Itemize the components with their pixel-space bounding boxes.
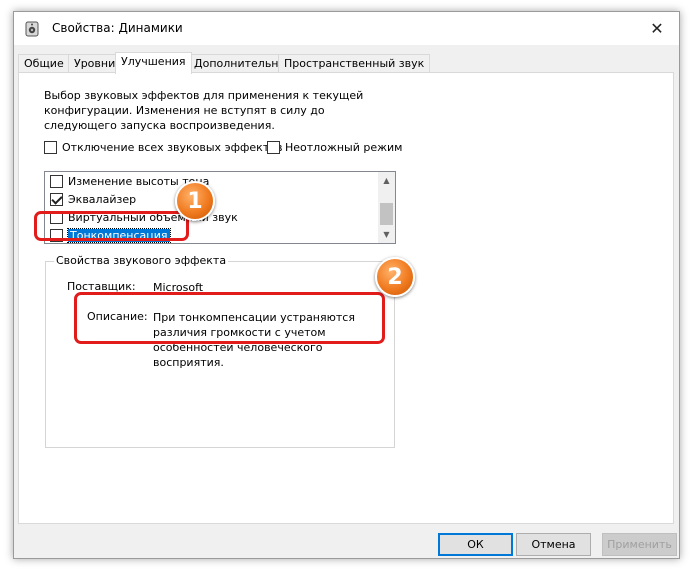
title-bar[interactable]: Свойства: Динамики ✕ — [14, 12, 679, 45]
cancel-button[interactable]: Отмена — [516, 533, 591, 556]
window-title: Свойства: Динамики — [52, 21, 183, 35]
annotation-highlight-2 — [74, 292, 385, 344]
annotation-badge-2: 2 — [375, 257, 415, 297]
disable-all-effects-label: Отключение всех звуковых эффектов — [62, 141, 283, 154]
apply-button[interactable]: Применить — [602, 533, 677, 556]
scroll-down-button[interactable]: ▼ — [378, 226, 395, 243]
chevron-down-icon: ▼ — [383, 230, 390, 239]
close-icon: ✕ — [650, 19, 664, 38]
annotation-badge-1: 1 — [175, 181, 215, 221]
annotation-highlight-1 — [34, 211, 189, 241]
checkbox-box[interactable] — [44, 141, 57, 154]
checkbox-box[interactable] — [50, 193, 63, 206]
effects-scrollbar[interactable]: ▲ ▼ — [378, 172, 395, 243]
chevron-up-icon: ▲ — [383, 176, 390, 185]
close-button[interactable]: ✕ — [635, 12, 679, 45]
group-title: Свойства звукового эффекта — [54, 254, 229, 267]
checkbox-box[interactable] — [267, 141, 280, 154]
tab-levels[interactable]: Уровни — [68, 54, 122, 73]
immediate-mode-checkbox[interactable]: Неотложный режим — [267, 141, 402, 154]
scroll-up-button[interactable]: ▲ — [378, 172, 395, 189]
tab-general[interactable]: Общие — [18, 54, 70, 73]
tab-enhancements[interactable]: Улучшения — [115, 52, 192, 74]
scroll-thumb[interactable] — [380, 203, 393, 225]
properties-dialog: Свойства: Динамики ✕ Общие Уровни Улучше… — [13, 11, 680, 559]
tab-advanced[interactable]: Дополнительно — [188, 54, 292, 73]
immediate-mode-label: Неотложный режим — [285, 141, 403, 154]
speaker-icon — [25, 21, 39, 37]
disable-all-effects-checkbox[interactable]: Отключение всех звуковых эффектов — [44, 141, 282, 154]
checkbox-box[interactable] — [50, 175, 63, 188]
effect-label: Эквалайзер — [68, 193, 137, 206]
tab-spatial-sound[interactable]: Пространственный звук — [278, 54, 431, 73]
enhancements-description: Выбор звуковых эффектов для применения к… — [44, 89, 364, 132]
effect-properties-group: Свойства звукового эффекта Поставщик: Mi… — [45, 254, 395, 448]
effect-item-equalizer[interactable]: Эквалайзер — [50, 191, 136, 208]
ok-button[interactable]: ОК — [438, 533, 513, 556]
